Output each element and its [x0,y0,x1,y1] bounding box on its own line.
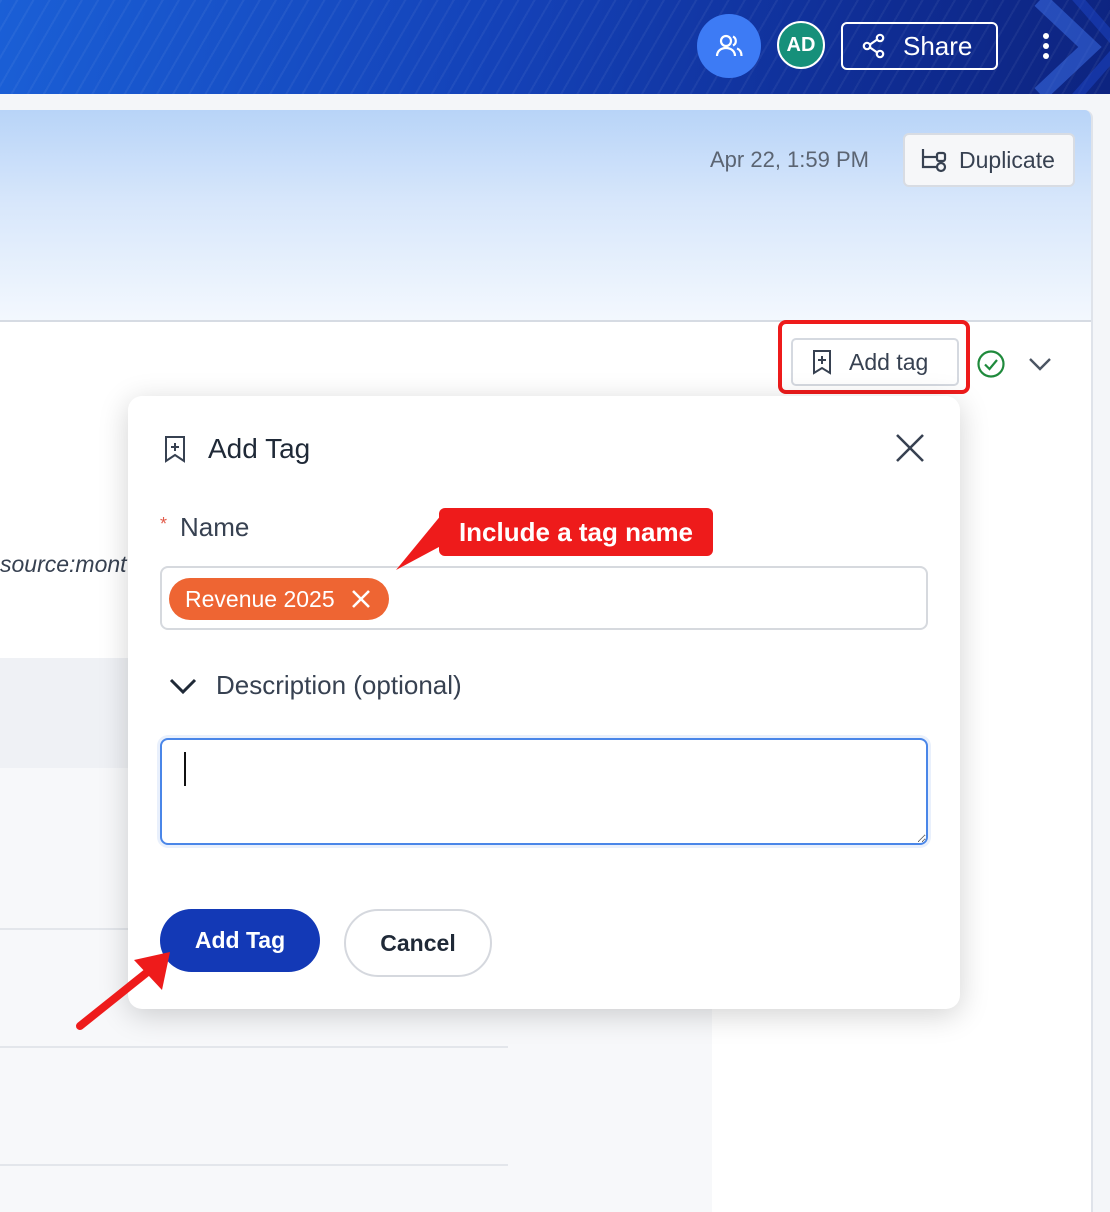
duplicate-label: Duplicate [959,146,1055,173]
close-icon[interactable] [351,589,371,609]
bookmark-plus-icon [813,350,831,375]
tag-chip: Revenue 2025 [169,578,389,620]
user-avatar[interactable]: AD [777,21,825,69]
divider [0,1046,508,1048]
divider [0,928,140,930]
bookmark-plus-icon [165,436,185,463]
more-vertical-icon [1043,33,1049,59]
name-label: Name [180,512,250,542]
cancel-label: Cancel [380,929,456,956]
description-textarea[interactable] [160,738,928,845]
background-row-band [0,658,140,768]
last-updated-timestamp: Apr 22, 1:59 PM [710,147,869,172]
duplicate-icon [921,149,947,173]
people-icon [715,34,743,57]
description-toggle[interactable]: Description (optional) [168,670,462,701]
text-cursor [184,752,186,786]
annotation-callout: Include a tag name [439,508,713,556]
duplicate-button[interactable]: Duplicate [903,133,1075,187]
collaborators-button[interactable] [697,14,761,78]
required-marker: * [160,514,168,534]
tag-chip-label: Revenue 2025 [185,585,335,612]
dialog-title: Add Tag [208,433,311,464]
share-label: Share [903,30,973,61]
annotation-arrow-icon [76,952,170,1030]
callout-text: Include a tag name [458,516,694,547]
close-icon[interactable] [892,430,928,466]
panel-header: Apr 22, 1:59 PM Duplicate [0,110,1091,322]
chevron-down-icon [169,678,197,694]
add-tag-submit-button[interactable]: Add Tag [160,909,320,972]
background-query-text: source:mont [0,551,127,577]
add-tag-button[interactable]: Add tag [791,338,959,386]
description-toggle-label: Description (optional) [216,670,462,700]
share-icon [862,33,885,59]
add-tag-dialog: Add Tag * Name Revenue 2025 Description … [128,396,960,1009]
top-bar: AD Share [0,0,1110,94]
check-circle-icon [977,350,1005,378]
divider [0,1164,508,1166]
cancel-button[interactable]: Cancel [344,909,492,977]
tag-name-input[interactable]: Revenue 2025 [160,566,928,630]
more-options-button[interactable] [1022,22,1070,70]
add-tag-label: Add tag [849,348,929,375]
avatar-initials: AD [786,33,816,56]
chevron-down-icon[interactable] [1026,350,1054,378]
submit-label: Add Tag [194,927,286,953]
share-button[interactable]: Share [841,22,998,70]
